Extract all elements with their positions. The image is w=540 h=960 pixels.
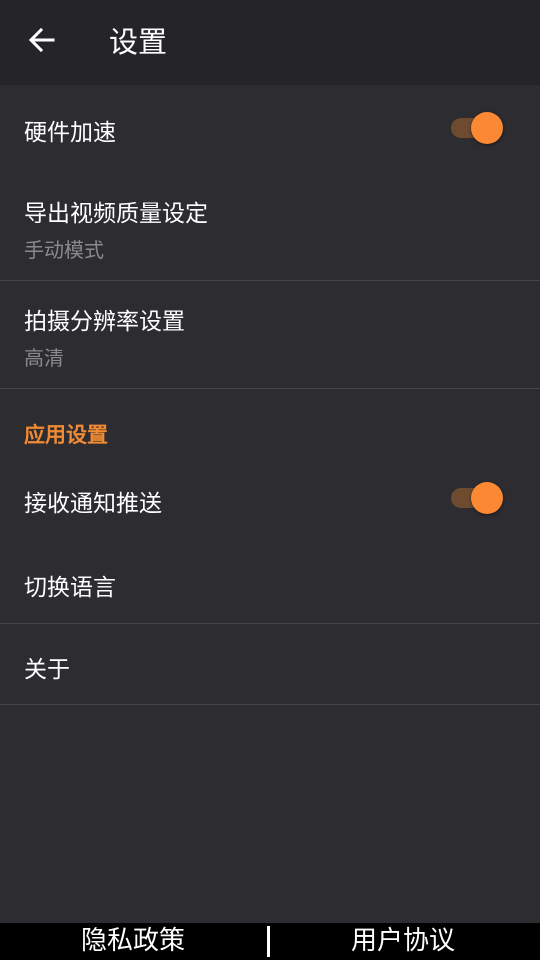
language-label: 切换语言 xyxy=(24,575,116,601)
language-row[interactable]: 切换语言 xyxy=(0,538,540,624)
notifications-row[interactable]: 接收通知推送 xyxy=(0,452,540,538)
toggle-thumb xyxy=(471,482,503,514)
hardware-accel-label: 硬件加速 xyxy=(24,120,116,146)
user-agreement-link[interactable]: 用户协议 xyxy=(351,923,455,960)
about-row[interactable]: 关于 xyxy=(0,624,540,705)
notifications-toggle[interactable] xyxy=(451,482,503,514)
footer-separator xyxy=(267,926,270,957)
capture-resolution-value: 高清 xyxy=(24,346,64,370)
arrow-left-icon xyxy=(28,26,56,58)
settings-list: 硬件加速 导出视频质量设定 手动模式 拍摄分辨率设置 高清 应用设置 接收通知推… xyxy=(0,85,540,705)
capture-resolution-label: 拍摄分辨率设置 xyxy=(24,309,185,335)
app-bar: 设置 xyxy=(0,0,540,85)
about-label: 关于 xyxy=(24,657,70,683)
back-button[interactable] xyxy=(22,22,62,62)
export-quality-label: 导出视频质量设定 xyxy=(24,201,208,227)
notifications-label: 接收通知推送 xyxy=(24,491,162,517)
capture-resolution-row[interactable]: 拍摄分辨率设置 高清 xyxy=(0,281,540,389)
section-header: 应用设置 xyxy=(24,423,108,447)
app-settings-section: 应用设置 xyxy=(0,389,540,452)
export-quality-row[interactable]: 导出视频质量设定 手动模式 xyxy=(0,172,540,281)
footer-bar: 隐私政策 用户协议 xyxy=(0,923,540,960)
toggle-thumb xyxy=(471,112,503,144)
divider xyxy=(0,704,540,705)
export-quality-value: 手动模式 xyxy=(24,238,104,262)
hardware-accel-row[interactable]: 硬件加速 xyxy=(0,85,540,172)
privacy-policy-link[interactable]: 隐私政策 xyxy=(81,923,185,960)
page-title: 设置 xyxy=(109,25,168,59)
hardware-accel-toggle[interactable] xyxy=(451,112,503,144)
